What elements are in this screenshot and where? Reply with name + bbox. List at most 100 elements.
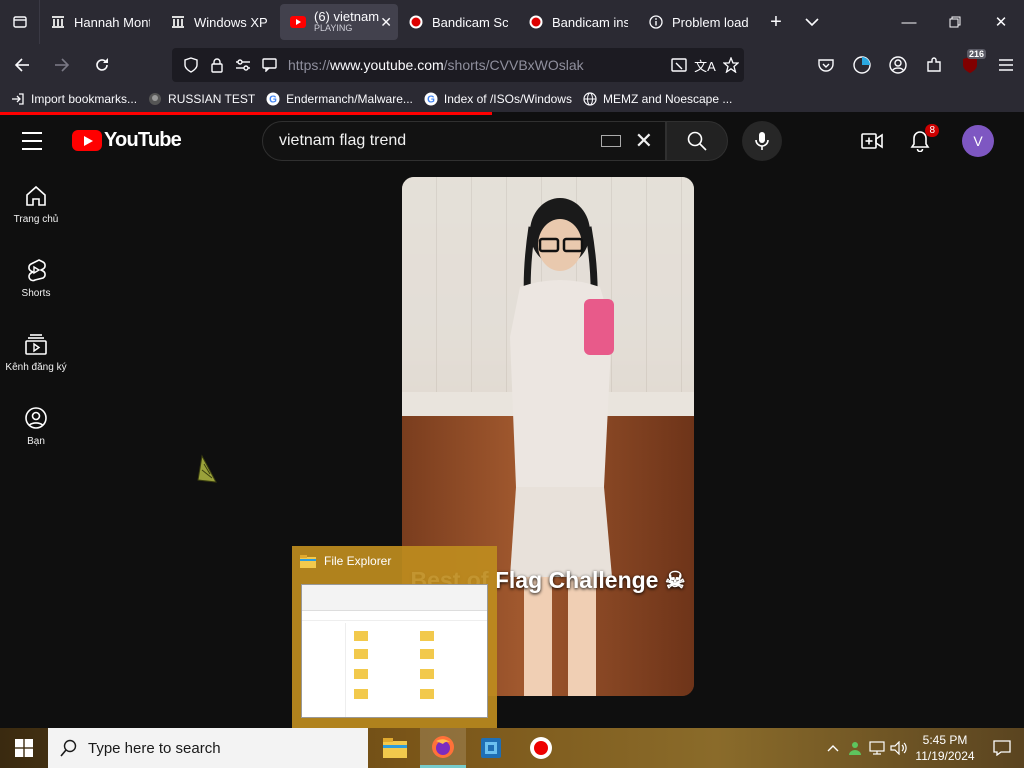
preview-thumbnail[interactable] (301, 584, 488, 718)
permissions-icon[interactable] (230, 52, 256, 78)
taskbar-firefox[interactable] (420, 728, 466, 768)
guide-item-label: Trang chủ (13, 213, 59, 225)
tab-bandicam-install[interactable]: Bandicam inst (518, 4, 638, 40)
bookmark-star-icon[interactable] (718, 52, 744, 78)
windows-logo-icon (15, 739, 33, 757)
close-tab-icon[interactable]: ✕ (380, 14, 392, 31)
tab-label: Windows XP H (194, 14, 270, 30)
bookmark-import[interactable]: Import bookmarks... (10, 91, 137, 107)
tab-bandicam-screen[interactable]: Bandicam Scr (398, 4, 518, 40)
close-window-button[interactable]: ✕ (978, 0, 1024, 44)
google-icon: G (265, 91, 281, 107)
firefox-icon (432, 735, 454, 758)
microphone-icon (755, 132, 769, 150)
lock-icon[interactable] (204, 52, 230, 78)
tab-problem-loading[interactable]: Problem load (638, 4, 758, 40)
tab-windows-xp[interactable]: Windows XP H (160, 4, 280, 40)
tab-hannah[interactable]: Hannah Mont (40, 4, 160, 40)
youtube-logo[interactable]: YouTube (72, 129, 182, 152)
arrow-left-icon (14, 58, 29, 72)
bookmark-memz[interactable]: MEMZ and Noescape ... (582, 91, 732, 107)
app-menu-button[interactable] (988, 47, 1024, 83)
minimize-button[interactable]: — (886, 0, 932, 44)
search-input[interactable]: vietnam flag trend ✕ (262, 121, 666, 161)
guide-item-subscriptions[interactable]: Kênh đăng ký (0, 315, 72, 389)
file-explorer-preview-popup[interactable]: File Explorer (292, 546, 497, 728)
folder-icon (300, 554, 316, 568)
show-hidden-icons-button[interactable] (822, 728, 844, 768)
taskbar-bandicam[interactable] (518, 728, 564, 768)
picture-in-picture-icon[interactable] (666, 52, 692, 78)
taskbar-search-box[interactable]: Type here to search (48, 728, 368, 768)
bookmark-index-isos[interactable]: G Index of /ISOs/Windows (423, 91, 572, 107)
url-bar[interactable]: https://www.youtube.com/shorts/CVVBxWOsl… (172, 48, 744, 82)
firefox-view-button[interactable] (0, 0, 40, 44)
mouse-cursor-icon (197, 454, 217, 483)
import-icon (10, 91, 26, 107)
taskbar-virtualbox[interactable] (468, 728, 514, 768)
guide-menu-button[interactable] (22, 129, 50, 153)
tab-youtube-active[interactable]: (6) vietnam PLAYING ✕ (280, 4, 398, 40)
tracking-protection-shield-icon[interactable] (178, 52, 204, 78)
bookmark-label: RUSSIAN TEST (168, 92, 256, 106)
restore-button[interactable] (932, 0, 978, 44)
translate-icon[interactable]: 文A (692, 52, 718, 78)
firefox-view-icon (12, 16, 27, 28)
extension-button-color[interactable] (844, 47, 880, 83)
youtube-play-icon (72, 130, 102, 151)
reload-icon (96, 58, 108, 71)
bookmark-label: Import bookmarks... (31, 92, 138, 106)
svg-text:G: G (427, 95, 435, 106)
window-controls: — ✕ (886, 0, 1024, 44)
tray-network[interactable] (866, 728, 888, 768)
ublock-button[interactable]: 216 (952, 47, 988, 83)
site-icon (147, 91, 163, 107)
clear-search-icon[interactable]: ✕ (635, 128, 653, 154)
bandicam-icon (528, 14, 544, 30)
back-button[interactable] (4, 47, 40, 83)
guide-item-shorts[interactable]: Shorts (0, 241, 72, 315)
avatar[interactable]: V (962, 125, 994, 157)
forward-button[interactable] (44, 47, 80, 83)
network-icon (869, 741, 885, 755)
guide-item-label: Bạn (27, 435, 45, 447)
extensions-button[interactable] (916, 47, 952, 83)
action-center-button[interactable] (980, 728, 1024, 768)
reload-button[interactable] (84, 47, 120, 83)
pocket-button[interactable] (808, 47, 844, 83)
guide-item-you[interactable]: Bạn (0, 389, 72, 463)
svg-text:G: G (269, 95, 277, 106)
avatar-letter: V (973, 133, 983, 149)
youtube-icon (290, 14, 306, 30)
bookmark-russian-test[interactable]: RUSSIAN TEST (147, 91, 255, 107)
close-icon: ✕ (994, 14, 1008, 31)
new-tab-button[interactable]: + (758, 4, 794, 40)
search-button[interactable] (666, 121, 728, 161)
bookmark-label: Endermanch/Malware... (286, 92, 413, 106)
circle-extension-icon (853, 56, 871, 74)
notification-permission-icon[interactable] (256, 52, 282, 78)
guide-item-label: Kênh đăng ký (5, 361, 67, 373)
video-subject-figure (510, 198, 614, 696)
tray-volume[interactable] (888, 728, 910, 768)
notifications-button[interactable]: 8 (906, 124, 939, 155)
search-icon (687, 131, 707, 151)
url-host: www.youtube.com (330, 57, 444, 73)
bookmark-endermanch[interactable]: G Endermanch/Malware... (265, 91, 413, 107)
voice-search-button[interactable] (742, 121, 782, 161)
tray-user-app[interactable] (844, 728, 866, 768)
shorts-icon (28, 258, 46, 281)
account-button[interactable] (880, 47, 916, 83)
folder-icon (420, 631, 434, 641)
taskbar-clock[interactable]: 5:45 PM 11/19/2024 (910, 732, 980, 764)
keyboard-icon[interactable] (600, 135, 621, 147)
taskbar-file-explorer[interactable] (372, 728, 418, 768)
arrow-right-icon (55, 58, 70, 72)
create-button[interactable] (858, 127, 886, 155)
chevron-up-icon (827, 745, 839, 752)
preview-address-bar (302, 611, 487, 621)
list-all-tabs-button[interactable] (794, 4, 830, 40)
guide-item-home[interactable]: Trang chủ (0, 167, 72, 241)
start-button[interactable] (0, 728, 48, 768)
restore-icon (949, 16, 961, 28)
